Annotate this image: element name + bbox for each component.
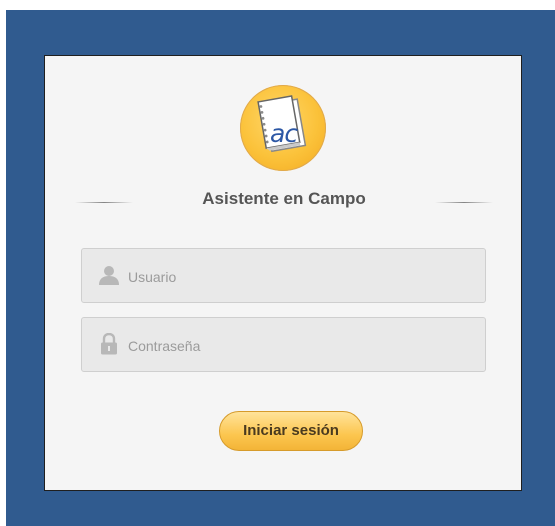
login-card: ac Asistente en Campo Usuario Contraseña…	[44, 55, 522, 491]
app-logo: ac	[240, 85, 326, 171]
password-placeholder: Contraseña	[128, 338, 201, 354]
title-divider-right	[435, 202, 493, 203]
logo-text: ac	[270, 119, 298, 148]
app-title: Asistente en Campo	[202, 189, 366, 208]
title-row: Asistente en Campo	[75, 189, 493, 213]
lock-icon	[98, 332, 120, 355]
login-button[interactable]: Iniciar sesión	[219, 411, 363, 451]
password-field[interactable]: Contraseña	[81, 317, 486, 372]
username-placeholder: Usuario	[128, 269, 177, 285]
username-field[interactable]: Usuario	[81, 248, 486, 303]
user-icon	[98, 264, 120, 286]
